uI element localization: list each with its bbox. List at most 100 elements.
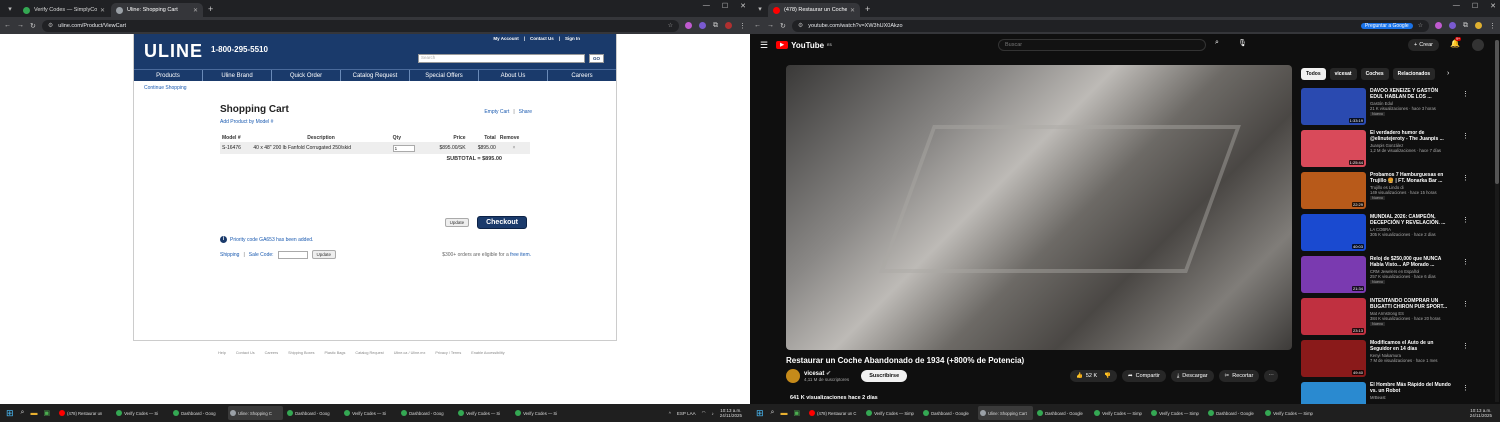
- recommendation-title[interactable]: Reloj de $250,000 que NUNCA Había Visto.…: [1370, 256, 1452, 268]
- like-button[interactable]: 👍 52 K 👎: [1070, 370, 1118, 382]
- microphone-icon[interactable]: 🎙: [1238, 39, 1247, 47]
- footer-link[interactable]: Privacy / Terms: [435, 351, 461, 355]
- more-options-icon[interactable]: ⋮: [1462, 174, 1469, 182]
- taskbar-window-button[interactable]: Uline: Shopping Cart: [978, 406, 1034, 420]
- back-icon[interactable]: ←: [4, 22, 11, 29]
- hamburger-menu-icon[interactable]: ☰: [760, 40, 768, 51]
- search-icon[interactable]: ⌕: [771, 409, 775, 417]
- nav-uline-brand[interactable]: Uline Brand: [203, 70, 272, 81]
- recommendation-title[interactable]: El Hombre Más Rápido del Mundo vs. un Ro…: [1370, 382, 1452, 394]
- recommendation-item[interactable]: 1:25:44 El verdadero humor de @elinutejer…: [1301, 130, 1469, 172]
- more-options-icon[interactable]: ⋮: [1462, 342, 1469, 350]
- new-tab-icon[interactable]: +: [208, 4, 213, 14]
- ask-google-button[interactable]: Preguntar a Google: [1360, 22, 1413, 29]
- continue-shopping-link[interactable]: Continue Shopping: [144, 85, 187, 91]
- taskbar-window-button[interactable]: Verify Codes — Simp: [864, 406, 919, 420]
- recommendation-item[interactable]: 21:34 Reloj de $250,000 que NUNCA Había V…: [1301, 256, 1469, 298]
- extensions-puzzle-icon[interactable]: ⧉: [1463, 22, 1468, 30]
- footer-link[interactable]: Careers: [265, 351, 279, 355]
- extension-icon[interactable]: [699, 22, 706, 29]
- share-button[interactable]: ➦ Compartir: [1122, 370, 1166, 382]
- more-options-icon[interactable]: ⋮: [1462, 90, 1469, 98]
- thumbs-down-icon[interactable]: 👎: [1104, 373, 1111, 379]
- site-info-icon[interactable]: ⚙: [48, 22, 53, 29]
- download-button[interactable]: ⤓ Descargar: [1170, 370, 1214, 382]
- recommendation-item[interactable]: 1:33:19 DAVOO XENEIZE Y GASTÓN EDUL HABLA…: [1301, 88, 1469, 130]
- tab-search-icon[interactable]: ▾: [4, 3, 16, 15]
- taskbar-window-button[interactable]: Verify Codes — Simp: [1263, 406, 1318, 420]
- maximize-icon[interactable]: ☐: [1472, 2, 1478, 10]
- cell-description[interactable]: 40 x 48" 200 lb Fanfold Corrugated 250/s…: [251, 142, 391, 154]
- nav-quick-order[interactable]: Quick Order: [272, 70, 341, 81]
- windows-start-icon[interactable]: ⊞: [6, 408, 14, 419]
- recommendation-title[interactable]: Modificamos el Auto de un Seguidor en 14…: [1370, 340, 1452, 352]
- cell-model[interactable]: S-16476: [220, 142, 252, 154]
- sale-code-update-button[interactable]: Update: [311, 250, 337, 259]
- windows-start-icon[interactable]: ⊞: [756, 408, 764, 419]
- recommendation-title[interactable]: MUNDIAL 2026: CAMPEÓN, DECEPCIÓN Y REVEL…: [1370, 214, 1452, 226]
- file-explorer-icon[interactable]: ▬: [780, 410, 787, 417]
- recommendation-channel[interactable]: MrBeast: [1370, 395, 1452, 400]
- footer-link[interactable]: Contact Us: [236, 351, 255, 355]
- taskbar-window-button[interactable]: (478) Restaurar un: [57, 406, 112, 420]
- profile-avatar[interactable]: [725, 22, 732, 29]
- store-icon[interactable]: ▣: [793, 409, 800, 417]
- search-icon[interactable]: ⌕: [1208, 39, 1226, 51]
- bookmark-star-icon[interactable]: ☆: [668, 22, 673, 29]
- bookmark-star-icon[interactable]: ☆: [1418, 22, 1423, 29]
- file-explorer-icon[interactable]: ▬: [30, 410, 37, 417]
- taskbar-window-button[interactable]: Dashboard - Goog: [285, 406, 340, 420]
- menu-dots-icon[interactable]: ⋮: [739, 22, 746, 30]
- uline-search-input[interactable]: Search: [418, 54, 585, 63]
- language-indicator[interactable]: ESP LAA: [677, 411, 696, 416]
- update-button[interactable]: Update: [444, 218, 470, 227]
- tab-search-icon[interactable]: ▾: [754, 3, 766, 15]
- chevron-right-icon[interactable]: ›: [1447, 70, 1449, 77]
- footer-link[interactable]: Catalog Request: [355, 351, 383, 355]
- video-thumbnail[interactable]: 49:40: [1301, 340, 1366, 377]
- more-actions-button[interactable]: ⋯: [1264, 370, 1278, 382]
- share-link[interactable]: Share: [519, 109, 532, 115]
- video-thumbnail[interactable]: [1301, 382, 1366, 404]
- channel-avatar[interactable]: [786, 369, 800, 383]
- chip-related[interactable]: Relacionados: [1392, 68, 1436, 80]
- checkout-button[interactable]: Checkout: [477, 216, 527, 229]
- chevron-up-icon[interactable]: ^: [669, 411, 671, 416]
- recommendation-title[interactable]: Probamos 7 Hamburguesas en Trujillo 🍔 | …: [1370, 172, 1452, 184]
- taskbar-window-button[interactable]: Uline: Shopping C: [228, 406, 284, 420]
- channel-name[interactable]: vicesat ✔: [804, 370, 849, 377]
- more-options-icon[interactable]: ⋮: [1462, 132, 1469, 140]
- address-bar[interactable]: ⚙ uline.com/Product/ViewCart ☆: [41, 19, 679, 32]
- video-thumbnail[interactable]: 40:03: [1301, 214, 1366, 251]
- chip-cars[interactable]: Coches: [1360, 68, 1389, 80]
- uline-go-button[interactable]: GO: [589, 54, 604, 63]
- menu-dots-icon[interactable]: ⋮: [1489, 22, 1496, 30]
- minimize-icon[interactable]: —: [703, 2, 710, 10]
- footer-link[interactable]: Plastic Bags: [325, 351, 346, 355]
- forward-icon[interactable]: →: [767, 22, 774, 29]
- maximize-icon[interactable]: ☐: [722, 2, 728, 10]
- video-thumbnail[interactable]: 1:33:19: [1301, 88, 1366, 125]
- tab-verify-codes[interactable]: Verify Codes — SimplyCodes ✕: [18, 3, 110, 17]
- my-account-link[interactable]: My Account: [493, 36, 518, 41]
- more-options-icon[interactable]: ⋮: [1462, 384, 1469, 392]
- sign-in-link[interactable]: Sign In: [565, 36, 580, 41]
- minimize-icon[interactable]: —: [1453, 2, 1460, 10]
- close-icon[interactable]: ✕: [100, 7, 105, 14]
- scrollbar[interactable]: [1495, 40, 1499, 402]
- taskbar-window-button[interactable]: Verify Codes — Si: [513, 406, 568, 420]
- remove-icon[interactable]: ×: [497, 142, 530, 154]
- sale-code-input[interactable]: [277, 250, 308, 259]
- youtube-search-input[interactable]: Buscar: [998, 39, 1206, 51]
- footer-link[interactable]: Enable Accessibility: [471, 351, 504, 355]
- taskbar-window-button[interactable]: Verify Codes — Simp: [1092, 406, 1147, 420]
- free-item-link[interactable]: free item.: [510, 252, 531, 258]
- nav-products[interactable]: Products: [134, 70, 203, 81]
- recommendation-title[interactable]: INTENTANDO COMPRAR UN BUGATTI CHIRON PUR…: [1370, 298, 1452, 310]
- recommendation-item[interactable]: 22:29 Probamos 7 Hamburguesas en Trujillo…: [1301, 172, 1469, 214]
- contact-us-link[interactable]: Contact Us: [530, 36, 554, 41]
- video-thumbnail[interactable]: 1:25:44: [1301, 130, 1366, 167]
- clock[interactable]: 10:13 a.m. 24/11/2025: [720, 408, 742, 418]
- avatar[interactable]: [1472, 39, 1484, 51]
- taskbar-window-button[interactable]: Verify Codes — Si: [342, 406, 397, 420]
